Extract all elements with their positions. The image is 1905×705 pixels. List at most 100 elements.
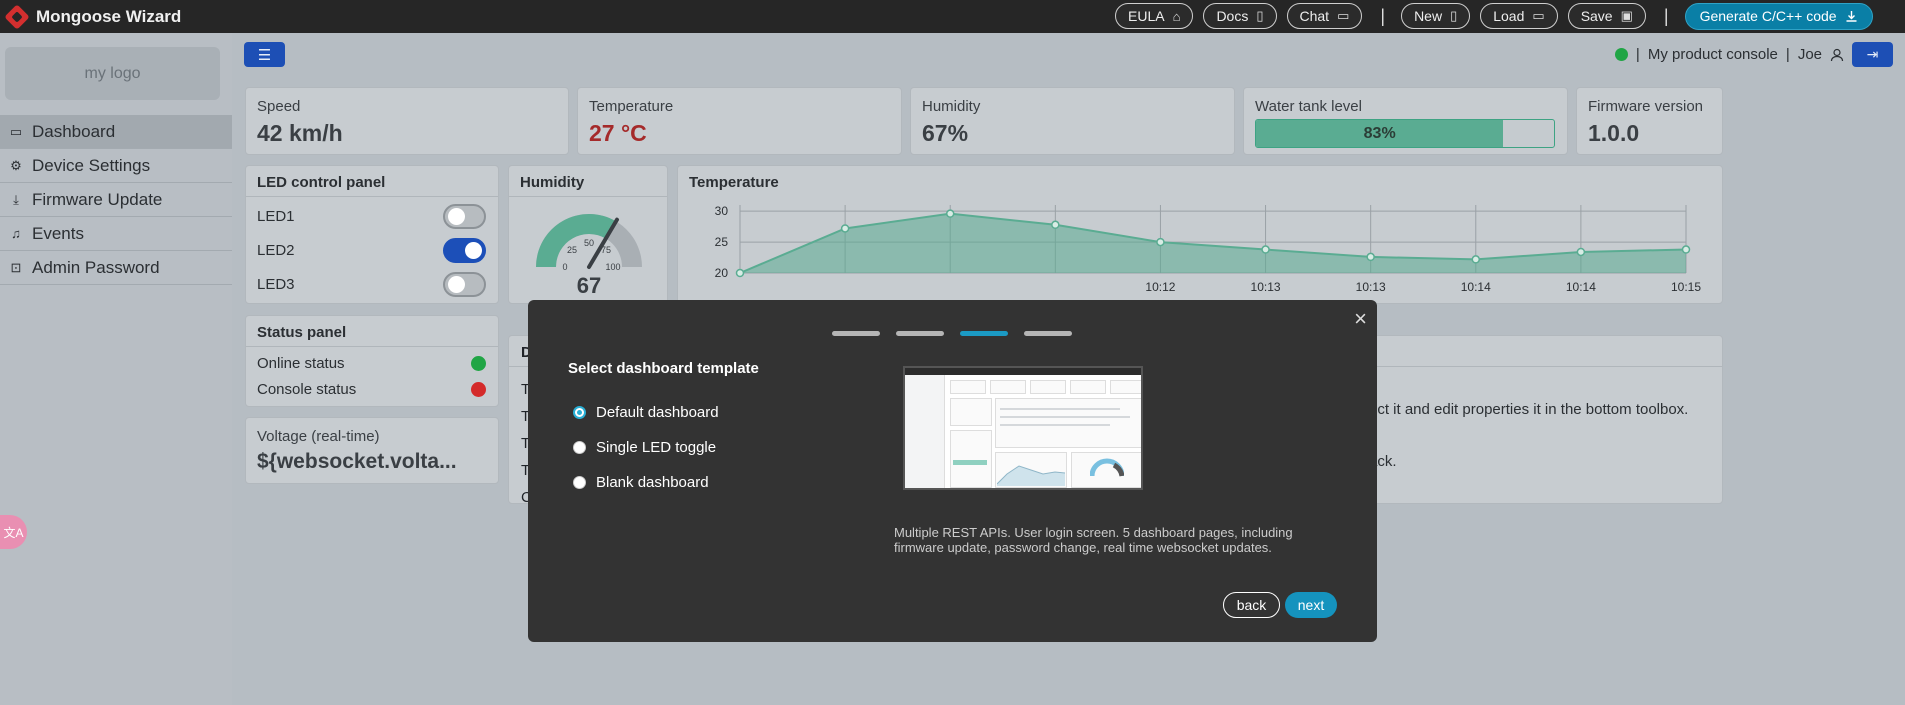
data-point <box>1576 247 1586 257</box>
menu-toggle-button[interactable]: ☰ <box>244 42 285 67</box>
book-icon: ▯ <box>1256 8 1264 23</box>
gear-icon: ⚙ <box>10 157 22 173</box>
stat-label: Water tank level <box>1255 98 1362 115</box>
user-bar: | My product console | Joe ⇥ <box>1614 42 1893 67</box>
stat-card-speed: Speed 42 km/h <box>245 87 569 155</box>
led-label: LED3 <box>257 276 295 293</box>
new-button[interactable]: New ▯ <box>1401 3 1471 29</box>
close-icon[interactable]: × <box>1354 306 1367 332</box>
data-point <box>735 268 745 278</box>
sidebar-nav: ▭ Dashboard ⚙ Device Settings ⤓ Firmware… <box>0 115 232 285</box>
data-point <box>1471 255 1481 264</box>
status-panel: Status panel Online status Console statu… <box>245 315 499 407</box>
top-actions: EULA ⌂ Docs ▯ Chat ▭ | New ▯ Load ▭ Save… <box>1115 1 1873 31</box>
data-point <box>1366 252 1375 262</box>
step-1 <box>832 331 880 336</box>
step-3 <box>960 331 1008 336</box>
save-button[interactable]: Save ▣ <box>1567 3 1646 29</box>
data-point <box>1261 245 1270 254</box>
stat-value: 27 °C <box>589 120 647 146</box>
stat-value: 1.0.0 <box>1588 120 1640 146</box>
save-icon: ▣ <box>1620 8 1633 23</box>
stat-value: 67% <box>922 120 969 146</box>
sidebar-item-events[interactable]: ♫ Events <box>0 217 232 251</box>
template-description: Multiple REST APIs. User login screen. 5… <box>894 525 1293 555</box>
option-label: Default dashboard <box>596 404 719 421</box>
generate-label: Generate C/C++ code <box>1699 8 1837 24</box>
online-indicator <box>1614 48 1628 61</box>
option-default-dashboard[interactable]: Default dashboard <box>573 404 719 421</box>
stat-card-firmware: Firmware version 1.0.0 <box>1576 87 1723 155</box>
radio-button[interactable] <box>573 406 586 419</box>
sidebar: my logo ▭ Dashboard ⚙ Device Settings ⤓ … <box>0 33 232 705</box>
water-tank-progress: 83% <box>1255 119 1555 148</box>
chat-label: Chat <box>1299 8 1330 24</box>
stat-label: Temperature <box>589 98 674 115</box>
data-point <box>945 209 955 218</box>
voltage-card: Voltage (real-time) ${websocket.volta... <box>245 417 499 484</box>
sidebar-item-dashboard[interactable]: ▭ Dashboard <box>0 115 232 149</box>
stat-value: 42 km/h <box>257 120 343 146</box>
gauge-tick-label: 50 <box>584 238 594 248</box>
top-bar: Mongoose Wizard EULA ⌂ Docs ▯ Chat ▭ | N… <box>0 0 1905 33</box>
stat-label: Speed <box>257 98 301 115</box>
y-tick-label: 20 <box>715 266 729 280</box>
logo-placeholder: my logo <box>5 47 220 100</box>
panel-title: LED control panel <box>246 166 498 197</box>
eula-label: EULA <box>1128 8 1165 24</box>
separator: | <box>1785 46 1790 63</box>
radio-button[interactable] <box>573 441 586 454</box>
sidebar-item-admin-password[interactable]: ⊡ Admin Password <box>0 251 232 285</box>
user-name: Joe <box>1797 46 1822 63</box>
status-label: Console status <box>257 381 357 398</box>
docs-label: Docs <box>1216 8 1249 24</box>
humidity-gauge: 0 25 50 75 100 67 <box>536 214 642 298</box>
led2-toggle[interactable] <box>443 238 486 263</box>
stat-card-humidity: Humidity 67% <box>910 87 1235 155</box>
briefcase-icon: ⌂ <box>1172 8 1181 24</box>
docs-button[interactable]: Docs ▯ <box>1203 3 1277 29</box>
chat-button[interactable]: Chat ▭ <box>1286 3 1363 29</box>
sidebar-item-label: Events <box>32 223 84 243</box>
x-tick-label: 10:15 <box>1671 280 1701 294</box>
load-button[interactable]: Load ▭ <box>1480 3 1558 29</box>
panel-title: Humidity <box>509 166 667 197</box>
translate-icon[interactable]: 文A <box>0 515 27 549</box>
data-point <box>1156 237 1165 247</box>
mongoose-logo-icon <box>4 3 30 30</box>
eula-button[interactable]: EULA ⌂ <box>1115 3 1194 29</box>
sidebar-item-device-settings[interactable]: ⚙ Device Settings <box>0 149 232 183</box>
option-label: Blank dashboard <box>596 474 709 491</box>
stat-label: Firmware version <box>1588 98 1704 115</box>
led1-toggle[interactable] <box>443 204 486 229</box>
brand: Mongoose Wizard <box>4 3 182 30</box>
led-label: LED1 <box>257 208 295 225</box>
data-point <box>1051 220 1060 230</box>
file-icon: ▯ <box>1450 8 1458 23</box>
sidebar-item-firmware-update[interactable]: ⤓ Firmware Update <box>0 183 232 217</box>
led3-toggle[interactable] <box>443 272 486 297</box>
stat-card-water-tank: Water tank level 83% <box>1243 87 1568 155</box>
logout-button[interactable]: ⇥ <box>1852 42 1893 67</box>
logout-icon: ⇥ <box>1866 46 1879 62</box>
temperature-chart: 30 25 20 10:12 10:13 10:13 10:14 10:14 10:15 <box>715 204 1702 294</box>
back-button[interactable]: back <box>1223 592 1280 618</box>
option-blank-dashboard[interactable]: Blank dashboard <box>573 474 709 491</box>
monitor-icon: ▭ <box>9 123 23 139</box>
panel-title: Status panel <box>246 316 498 347</box>
download-icon <box>1846 10 1857 22</box>
folder-icon: ▭ <box>1532 8 1545 23</box>
sidebar-item-label: Dashboard <box>32 121 116 141</box>
led-control-panel: LED control panel LED1 LED2 LED3 <box>245 165 499 304</box>
gauge-tick-label: 100 <box>605 262 620 272</box>
generate-code-button[interactable]: Generate C/C++ code <box>1684 2 1873 30</box>
next-button[interactable]: next <box>1285 592 1337 618</box>
app-title: Mongoose Wizard <box>36 6 182 26</box>
modal-title: Select dashboard template <box>568 360 759 377</box>
template-preview-image <box>903 366 1143 490</box>
humidity-gauge-panel: Humidity 0 25 50 75 100 67 <box>508 165 668 304</box>
option-single-led-toggle[interactable]: Single LED toggle <box>573 439 716 456</box>
stat-label: Humidity <box>922 98 981 115</box>
step-indicator <box>832 331 1072 336</box>
radio-button[interactable] <box>573 476 586 489</box>
